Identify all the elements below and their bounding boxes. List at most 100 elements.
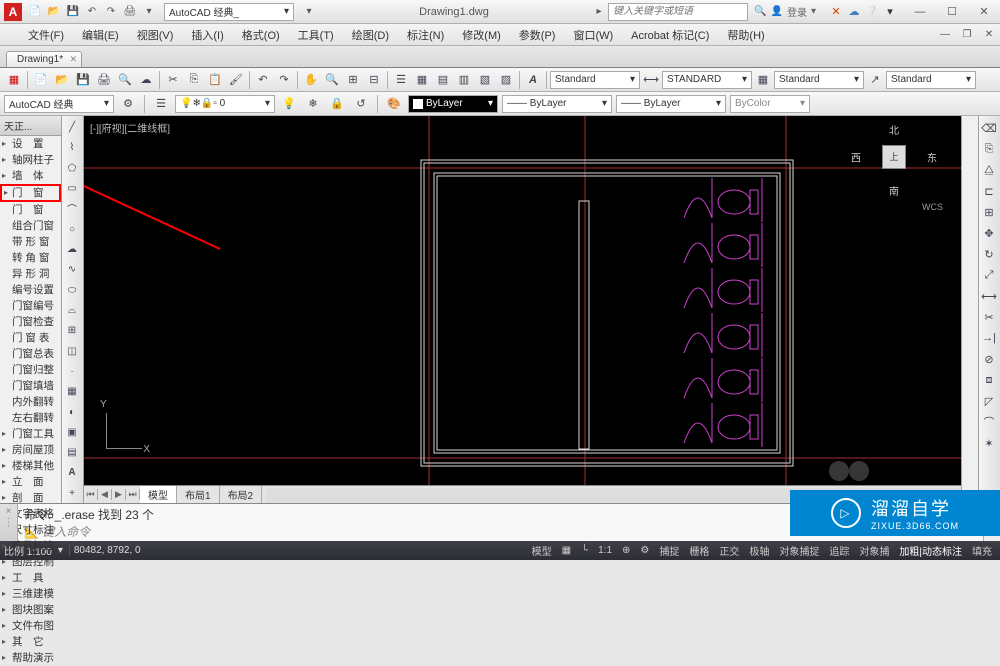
viewcube-top[interactable]: 上 <box>882 145 906 169</box>
gradient-icon[interactable]: ◐ <box>62 402 82 421</box>
qat-new-icon[interactable]: 📄 <box>26 3 44 21</box>
elliparc-icon[interactable]: ⌓ <box>62 301 82 320</box>
sidebar-item[interactable]: 文件布图 <box>0 618 61 634</box>
tp-icon[interactable]: ▤ <box>433 70 453 90</box>
mleader-icon[interactable]: ↗ <box>865 70 885 90</box>
maximize-button[interactable]: ☐ <box>936 1 968 23</box>
cmd-handle[interactable]: ⋮ <box>0 504 18 541</box>
doc-tab-close-icon[interactable]: ✕ <box>70 54 78 65</box>
qat-print-icon[interactable]: 🖨 <box>121 3 139 21</box>
addsel-icon[interactable]: + <box>62 484 82 503</box>
zoom-icon[interactable]: 🔍 <box>322 70 342 90</box>
user-icon[interactable]: 👤 <box>771 6 783 17</box>
menu-view[interactable]: 视图(V) <box>129 24 182 46</box>
qat-undo-icon[interactable]: ↶ <box>83 3 101 21</box>
sidebar-item[interactable]: 内外翻转 <box>0 394 61 410</box>
join-icon[interactable]: ⧈ <box>979 370 999 390</box>
sidebar-item[interactable]: 门窗检查 <box>0 314 61 330</box>
status-ortho[interactable]: 正交 <box>715 542 743 559</box>
layer-prop-icon[interactable]: ☰ <box>151 94 171 114</box>
sidebar-item[interactable]: 组合门窗 <box>0 218 61 234</box>
color-combo[interactable]: ByLayer▾ <box>408 95 498 113</box>
break-icon[interactable]: ⊘ <box>979 349 999 369</box>
cloud-icon[interactable]: ☁ <box>846 4 862 20</box>
sidebar-item[interactable]: 左右翻转 <box>0 410 61 426</box>
status-model[interactable]: 模型 <box>528 542 556 559</box>
sidebar-item[interactable]: 三维建模 <box>0 586 61 602</box>
menu-tools[interactable]: 工具(T) <box>290 24 342 46</box>
sidebar-item[interactable]: 门 窗 <box>0 202 61 218</box>
status-polar[interactable]: 极轴 <box>745 542 773 559</box>
close-button[interactable]: ✕ <box>968 1 1000 23</box>
layer-lock-icon[interactable]: 🔒 <box>327 94 347 114</box>
color-icon[interactable]: 🎨 <box>384 94 404 114</box>
infocenter-search-icon[interactable]: 🔍 <box>754 6 766 17</box>
ws-menu-icon[interactable]: ▾ <box>300 3 318 21</box>
search-input[interactable] <box>608 3 748 21</box>
menu-file[interactable]: 文件(F) <box>20 24 72 46</box>
match-icon[interactable]: 🖌 <box>226 70 246 90</box>
publish-icon[interactable]: ☁ <box>136 70 156 90</box>
app-icon[interactable]: A <box>4 3 22 21</box>
rect-icon[interactable]: ▭ <box>62 179 82 198</box>
save-icon[interactable]: 💾 <box>73 70 93 90</box>
tab-nav-prev-icon[interactable]: ◀ <box>98 489 112 500</box>
zoomp-icon[interactable]: ⊟ <box>364 70 384 90</box>
sidebar-item[interactable]: 立 面 <box>0 474 61 490</box>
status-fill[interactable]: 填充 <box>968 542 996 559</box>
copy2-icon[interactable]: ⎘ <box>979 139 999 159</box>
arc-icon[interactable]: ⌒ <box>62 199 82 218</box>
cut-icon[interactable]: ✂ <box>163 70 183 90</box>
sidebar-item[interactable]: 帮助演示 <box>0 650 61 666</box>
erase-icon[interactable]: ⌫ <box>979 118 999 138</box>
plot-icon[interactable]: 🖨 <box>94 70 114 90</box>
menu-acrobat[interactable]: Acrobat 标记(C) <box>623 24 717 46</box>
explode-icon[interactable]: ✶ <box>979 433 999 453</box>
tab-model[interactable]: 模型 <box>140 486 177 503</box>
menu-modify[interactable]: 修改(M) <box>454 24 509 46</box>
layer-off-icon[interactable]: 💡 <box>279 94 299 114</box>
status-grid-icon[interactable]: ▦ <box>558 544 575 557</box>
qat-more-icon[interactable]: ▾ <box>140 3 158 21</box>
region-icon[interactable]: ▣ <box>62 423 82 442</box>
undo-icon[interactable]: ↶ <box>253 70 273 90</box>
tab-layout1[interactable]: 布局1 <box>177 486 220 503</box>
linetype-combo[interactable]: —— ByLayer▾ <box>502 95 612 113</box>
sidebar-item[interactable]: 设 置 <box>0 136 61 152</box>
layer-frz-icon[interactable]: ❄ <box>303 94 323 114</box>
ws-gear-icon[interactable]: ⚙ <box>118 94 138 114</box>
sidebar-item[interactable]: 门窗填墙 <box>0 378 61 394</box>
tab-nav-last-icon[interactable]: ⏭ <box>126 489 140 500</box>
spline-icon[interactable]: ∿ <box>62 260 82 279</box>
array-icon[interactable]: ⊞ <box>979 202 999 222</box>
menu-insert[interactable]: 插入(I) <box>183 24 231 46</box>
plotstyle-combo[interactable]: ByColor▾ <box>730 95 810 113</box>
copy-icon[interactable]: ⎘ <box>184 70 204 90</box>
tool-group-icon[interactable]: ▦ <box>4 70 24 90</box>
mtext-icon[interactable]: A <box>62 463 82 482</box>
status-grid[interactable]: 栅格 <box>685 542 713 559</box>
dc-icon[interactable]: ▦ <box>412 70 432 90</box>
rotate-icon[interactable]: ↻ <box>979 244 999 264</box>
qat-redo-icon[interactable]: ↷ <box>102 3 120 21</box>
offset-icon[interactable]: ⊏ <box>979 181 999 201</box>
table2-icon[interactable]: ▤ <box>62 443 82 462</box>
layer-prev-icon[interactable]: ↺ <box>351 94 371 114</box>
open-icon[interactable]: 📂 <box>52 70 72 90</box>
layer-combo[interactable]: 💡❄🔒▫ 0▾ <box>175 95 275 113</box>
revcloud-icon[interactable]: ☁ <box>62 240 82 259</box>
menu-dim[interactable]: 标注(N) <box>399 24 452 46</box>
qcalc-icon[interactable]: ▨ <box>496 70 516 90</box>
menu-param[interactable]: 参数(P) <box>511 24 564 46</box>
block-icon[interactable]: ◫ <box>62 341 82 360</box>
sidebar-item[interactable]: 门 窗 表 <box>0 330 61 346</box>
sidebar-item[interactable]: 墙 体 <box>0 168 61 184</box>
login-label[interactable]: 登录 <box>787 4 807 19</box>
trim-icon[interactable]: ✂ <box>979 307 999 327</box>
extend-icon[interactable]: →| <box>979 328 999 348</box>
line-icon[interactable]: ╱ <box>62 118 82 137</box>
status-ucs-icon[interactable]: └ <box>577 544 592 557</box>
status-otrack[interactable]: 追踪 <box>825 542 853 559</box>
workspace-selector[interactable]: AutoCAD 经典_▾ <box>164 3 294 21</box>
table-icon[interactable]: ▦ <box>753 70 773 90</box>
